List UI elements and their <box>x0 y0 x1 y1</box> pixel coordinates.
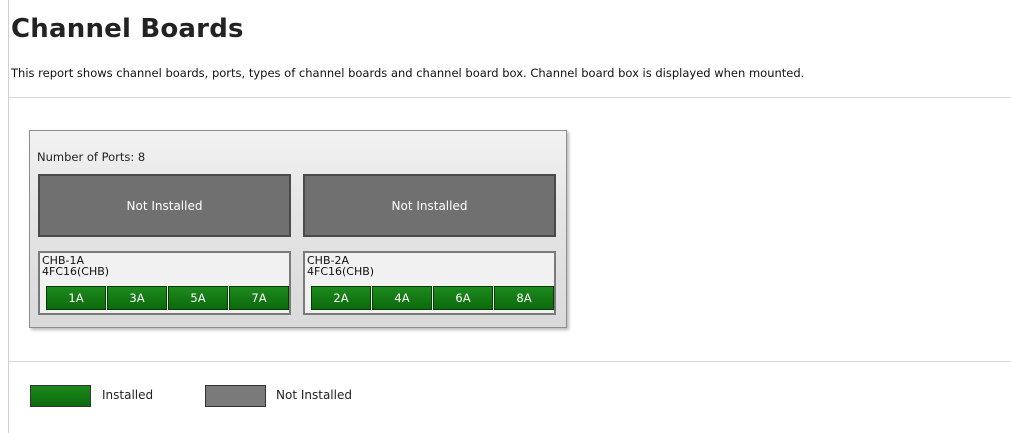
port-8a[interactable]: 8A <box>494 286 554 310</box>
port-row: 1A 3A 5A 7A <box>46 286 290 310</box>
page-description: This report shows channel boards, ports,… <box>11 66 805 80</box>
channel-board-chb-1a[interactable]: CHB-1A 4FC16(CHB) 1A 3A 5A 7A <box>38 251 291 315</box>
legend-swatch-not-installed <box>205 385 266 407</box>
port-5a[interactable]: 5A <box>168 286 228 310</box>
board-slot-not-installed-2[interactable]: Not Installed <box>303 174 556 237</box>
port-6a[interactable]: 6A <box>433 286 493 310</box>
page-title: Channel Boards <box>11 14 244 44</box>
legend-swatch-installed <box>30 385 91 407</box>
port-1a[interactable]: 1A <box>46 286 106 310</box>
board-type: 4FC16(CHB) <box>307 265 375 278</box>
divider-top <box>9 97 1011 98</box>
port-row: 2A 4A 6A 8A <box>311 286 555 310</box>
board-type: 4FC16(CHB) <box>42 265 110 278</box>
divider-bottom <box>9 361 1011 362</box>
number-of-ports-label: Number of Ports: 8 <box>37 150 146 164</box>
port-3a[interactable]: 3A <box>107 286 167 310</box>
channel-board-box: Number of Ports: 8 Not Installed Not Ins… <box>29 130 567 328</box>
channel-board-chb-2a[interactable]: CHB-2A 4FC16(CHB) 2A 4A 6A 8A <box>303 251 556 315</box>
port-7a[interactable]: 7A <box>229 286 289 310</box>
port-4a[interactable]: 4A <box>372 286 432 310</box>
port-2a[interactable]: 2A <box>311 286 371 310</box>
board-slot-not-installed-1[interactable]: Not Installed <box>38 174 291 237</box>
legend-label-not-installed: Not Installed <box>276 388 352 402</box>
legend-label-installed: Installed <box>102 388 154 402</box>
